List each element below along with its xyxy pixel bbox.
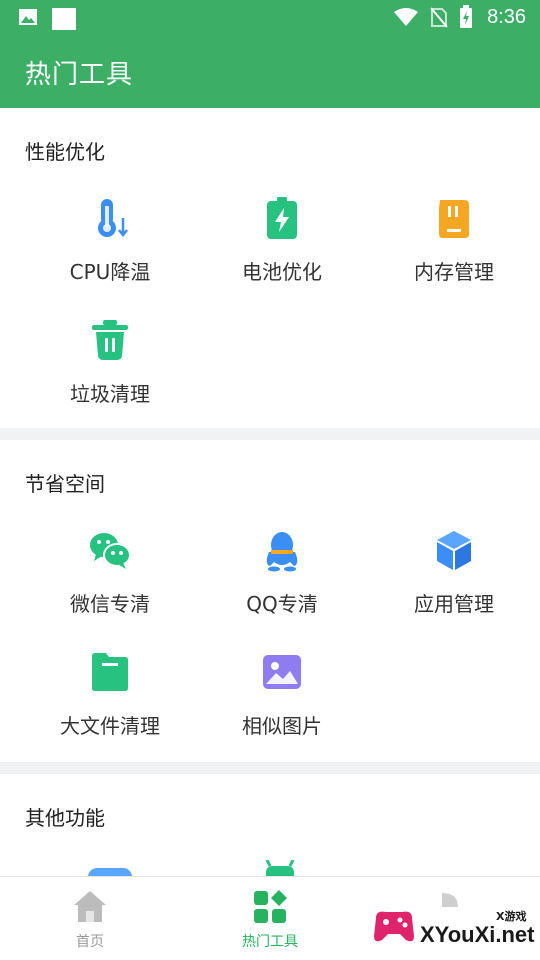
tile-large-file-cleanup[interactable]: 大文件清理: [20, 650, 200, 760]
gamepad-logo-icon: [374, 911, 414, 942]
watermark-text: XYouXi.net: [420, 922, 535, 947]
tile-label: CPU降温: [69, 260, 151, 284]
tile-label: 大文件清理: [60, 714, 160, 738]
tile-junk-cleanup[interactable]: 垃圾清理: [20, 318, 200, 428]
section-title: 性能优化: [25, 140, 105, 164]
section-divider: [0, 428, 540, 440]
section-performance: 性能优化 CPU降温 电池优化 内存管理 垃圾清理: [0, 108, 540, 428]
page-title: 热门工具: [25, 60, 134, 90]
tile-app-management[interactable]: 应用管理: [364, 528, 540, 638]
section-title: 其他功能: [25, 806, 105, 830]
trash-icon: [92, 320, 128, 360]
section-title: 节省空间: [25, 472, 105, 496]
gamepad-icon[interactable]: [88, 864, 132, 876]
tile-label: 电池优化: [242, 260, 322, 284]
cube-icon: [437, 531, 471, 570]
folder-icon: [92, 653, 128, 691]
status-time: 8:36: [487, 5, 526, 28]
wechat-icon: [90, 533, 131, 569]
battery-charging-icon: [267, 197, 297, 239]
tile-label: QQ专清: [246, 592, 318, 616]
nav-label: 热门工具: [242, 934, 298, 950]
blank-notification-icon: [52, 8, 76, 30]
tile-label: 相似图片: [242, 714, 322, 738]
tile-qq-clean[interactable]: QQ专清: [192, 528, 372, 638]
app-bar: 热门工具: [0, 34, 540, 108]
tile-wechat-clean[interactable]: 微信专清: [20, 528, 200, 638]
tile-label: 内存管理: [414, 260, 494, 284]
image-notification-icon: [19, 9, 37, 25]
tile-battery-optimize[interactable]: 电池优化: [192, 196, 372, 306]
tile-similar-photos[interactable]: 相似图片: [192, 650, 372, 760]
tile-label: 应用管理: [414, 592, 494, 616]
tile-memory-management[interactable]: 内存管理: [364, 196, 540, 306]
no-sim-icon: [430, 7, 448, 28]
section-save-space: 节省空间 微信专清 QQ专清 应用管理 大文件清理 相似图片: [0, 440, 540, 762]
section-divider: [0, 762, 540, 774]
section-other-features: 其他功能: [0, 774, 540, 876]
tile-label: 垃圾清理: [70, 382, 150, 406]
android-icon[interactable]: [262, 860, 298, 876]
apps-icon: [254, 890, 287, 923]
tile-cpu-cooling[interactable]: CPU降温: [20, 196, 200, 306]
status-bar: 8:36: [0, 0, 540, 34]
watermark-logo: X游戏 XYouXi.net: [360, 896, 540, 956]
battery-icon: [460, 5, 473, 28]
image-icon: [263, 655, 301, 689]
nav-label: 首页: [76, 934, 104, 950]
nav-item-home[interactable]: 首页: [0, 889, 180, 955]
qq-icon: [266, 532, 298, 572]
nav-item-hot-tools[interactable]: 热门工具: [180, 889, 360, 955]
home-icon: [74, 891, 106, 922]
thermometer-icon: [98, 199, 128, 238]
memory-card-icon: [439, 200, 469, 238]
wifi-icon: [394, 8, 419, 26]
tile-label: 微信专清: [70, 592, 150, 616]
